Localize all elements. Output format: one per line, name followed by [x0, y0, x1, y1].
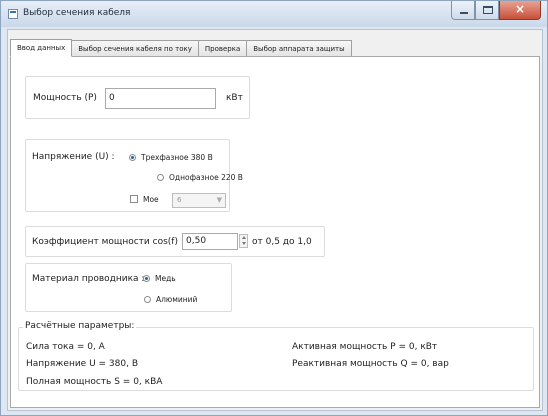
- maximize-button[interactable]: [475, 1, 499, 20]
- tab-input-data[interactable]: Ввод данных: [10, 39, 73, 57]
- copper-radio[interactable]: [143, 275, 150, 282]
- voltage-group: Напряжение (U) : Трехфазное 380 В Однофа…: [25, 139, 243, 212]
- power-unit: кВт: [226, 93, 243, 103]
- power-factor-group: Коэффициент мощности cos(f) : 0,50 от 0,…: [25, 226, 325, 257]
- reactive-power-result: Реактивная мощность Q = 0, вар: [292, 359, 449, 369]
- three-phase-radio[interactable]: [129, 154, 136, 161]
- application-window: Выбор сечения кабеля × Ввод данных Выбор…: [0, 0, 548, 416]
- active-power-result: Активная мощность P = 0, кВт: [292, 342, 438, 352]
- minimize-icon: [460, 12, 468, 14]
- power-factor-label: Коэффициент мощности cos(f) :: [32, 237, 184, 247]
- tab-protection-device[interactable]: Выбор аппарата защиты: [246, 40, 352, 57]
- title-bar[interactable]: Выбор сечения кабеля ×: [1, 1, 547, 27]
- custom-voltage-checkbox[interactable]: [130, 195, 138, 203]
- material-group: Материал проводника : Медь Алюминий: [25, 263, 232, 312]
- power-factor-spinner[interactable]: [239, 234, 248, 248]
- client-area: Ввод данных Выбор сечения кабеля по току…: [7, 29, 543, 411]
- voltage-label: Напряжение (U) :: [32, 152, 115, 162]
- tab-page-input-data: Мощность (P) 0 кВт Напряжение (U) : Трех…: [10, 56, 540, 408]
- window-controls: ×: [451, 1, 541, 20]
- custom-voltage-value: 6: [177, 196, 182, 204]
- aluminum-radio[interactable]: [144, 296, 151, 303]
- material-label: Материал проводника :: [32, 274, 145, 284]
- current-result: Сила тока = 0, А: [26, 342, 105, 352]
- custom-voltage-label[interactable]: Мое: [143, 195, 159, 204]
- single-phase-label[interactable]: Однофазное 220 В: [169, 173, 243, 182]
- power-label: Мощность (P): [33, 93, 97, 103]
- power-factor-input[interactable]: 0,50: [182, 233, 238, 250]
- tab-check[interactable]: Проверка: [197, 40, 248, 57]
- results-title: Расчётные параметры:: [23, 321, 137, 331]
- close-icon: ×: [515, 2, 526, 16]
- app-icon: [8, 9, 18, 19]
- minimize-button[interactable]: [451, 1, 475, 20]
- apparent-power-result: Полная мощность S = 0, кВА: [26, 377, 163, 387]
- aluminum-label[interactable]: Алюминий: [156, 295, 197, 304]
- window-title: Выбор сечения кабеля: [23, 8, 131, 18]
- maximize-icon: [483, 6, 493, 14]
- chevron-down-icon: ▼: [216, 196, 222, 204]
- power-factor-range: от 0,5 до 1,0: [252, 237, 312, 247]
- close-button[interactable]: ×: [499, 1, 541, 20]
- power-group: Мощность (P) 0 кВт: [25, 76, 250, 119]
- power-input[interactable]: 0: [105, 88, 216, 109]
- tab-strip: Ввод данных Выбор сечения кабеля по току…: [10, 39, 352, 57]
- voltage-result: Напряжение U = 380, В: [26, 359, 138, 369]
- results-group: Расчётные параметры: Сила тока = 0, А На…: [18, 321, 534, 391]
- custom-voltage-select[interactable]: 6 ▼: [172, 193, 226, 208]
- single-phase-radio[interactable]: [157, 174, 164, 181]
- copper-label[interactable]: Медь: [155, 274, 176, 283]
- tab-cable-by-current[interactable]: Выбор сечения кабеля по току: [71, 40, 199, 57]
- three-phase-label[interactable]: Трехфазное 380 В: [141, 153, 213, 162]
